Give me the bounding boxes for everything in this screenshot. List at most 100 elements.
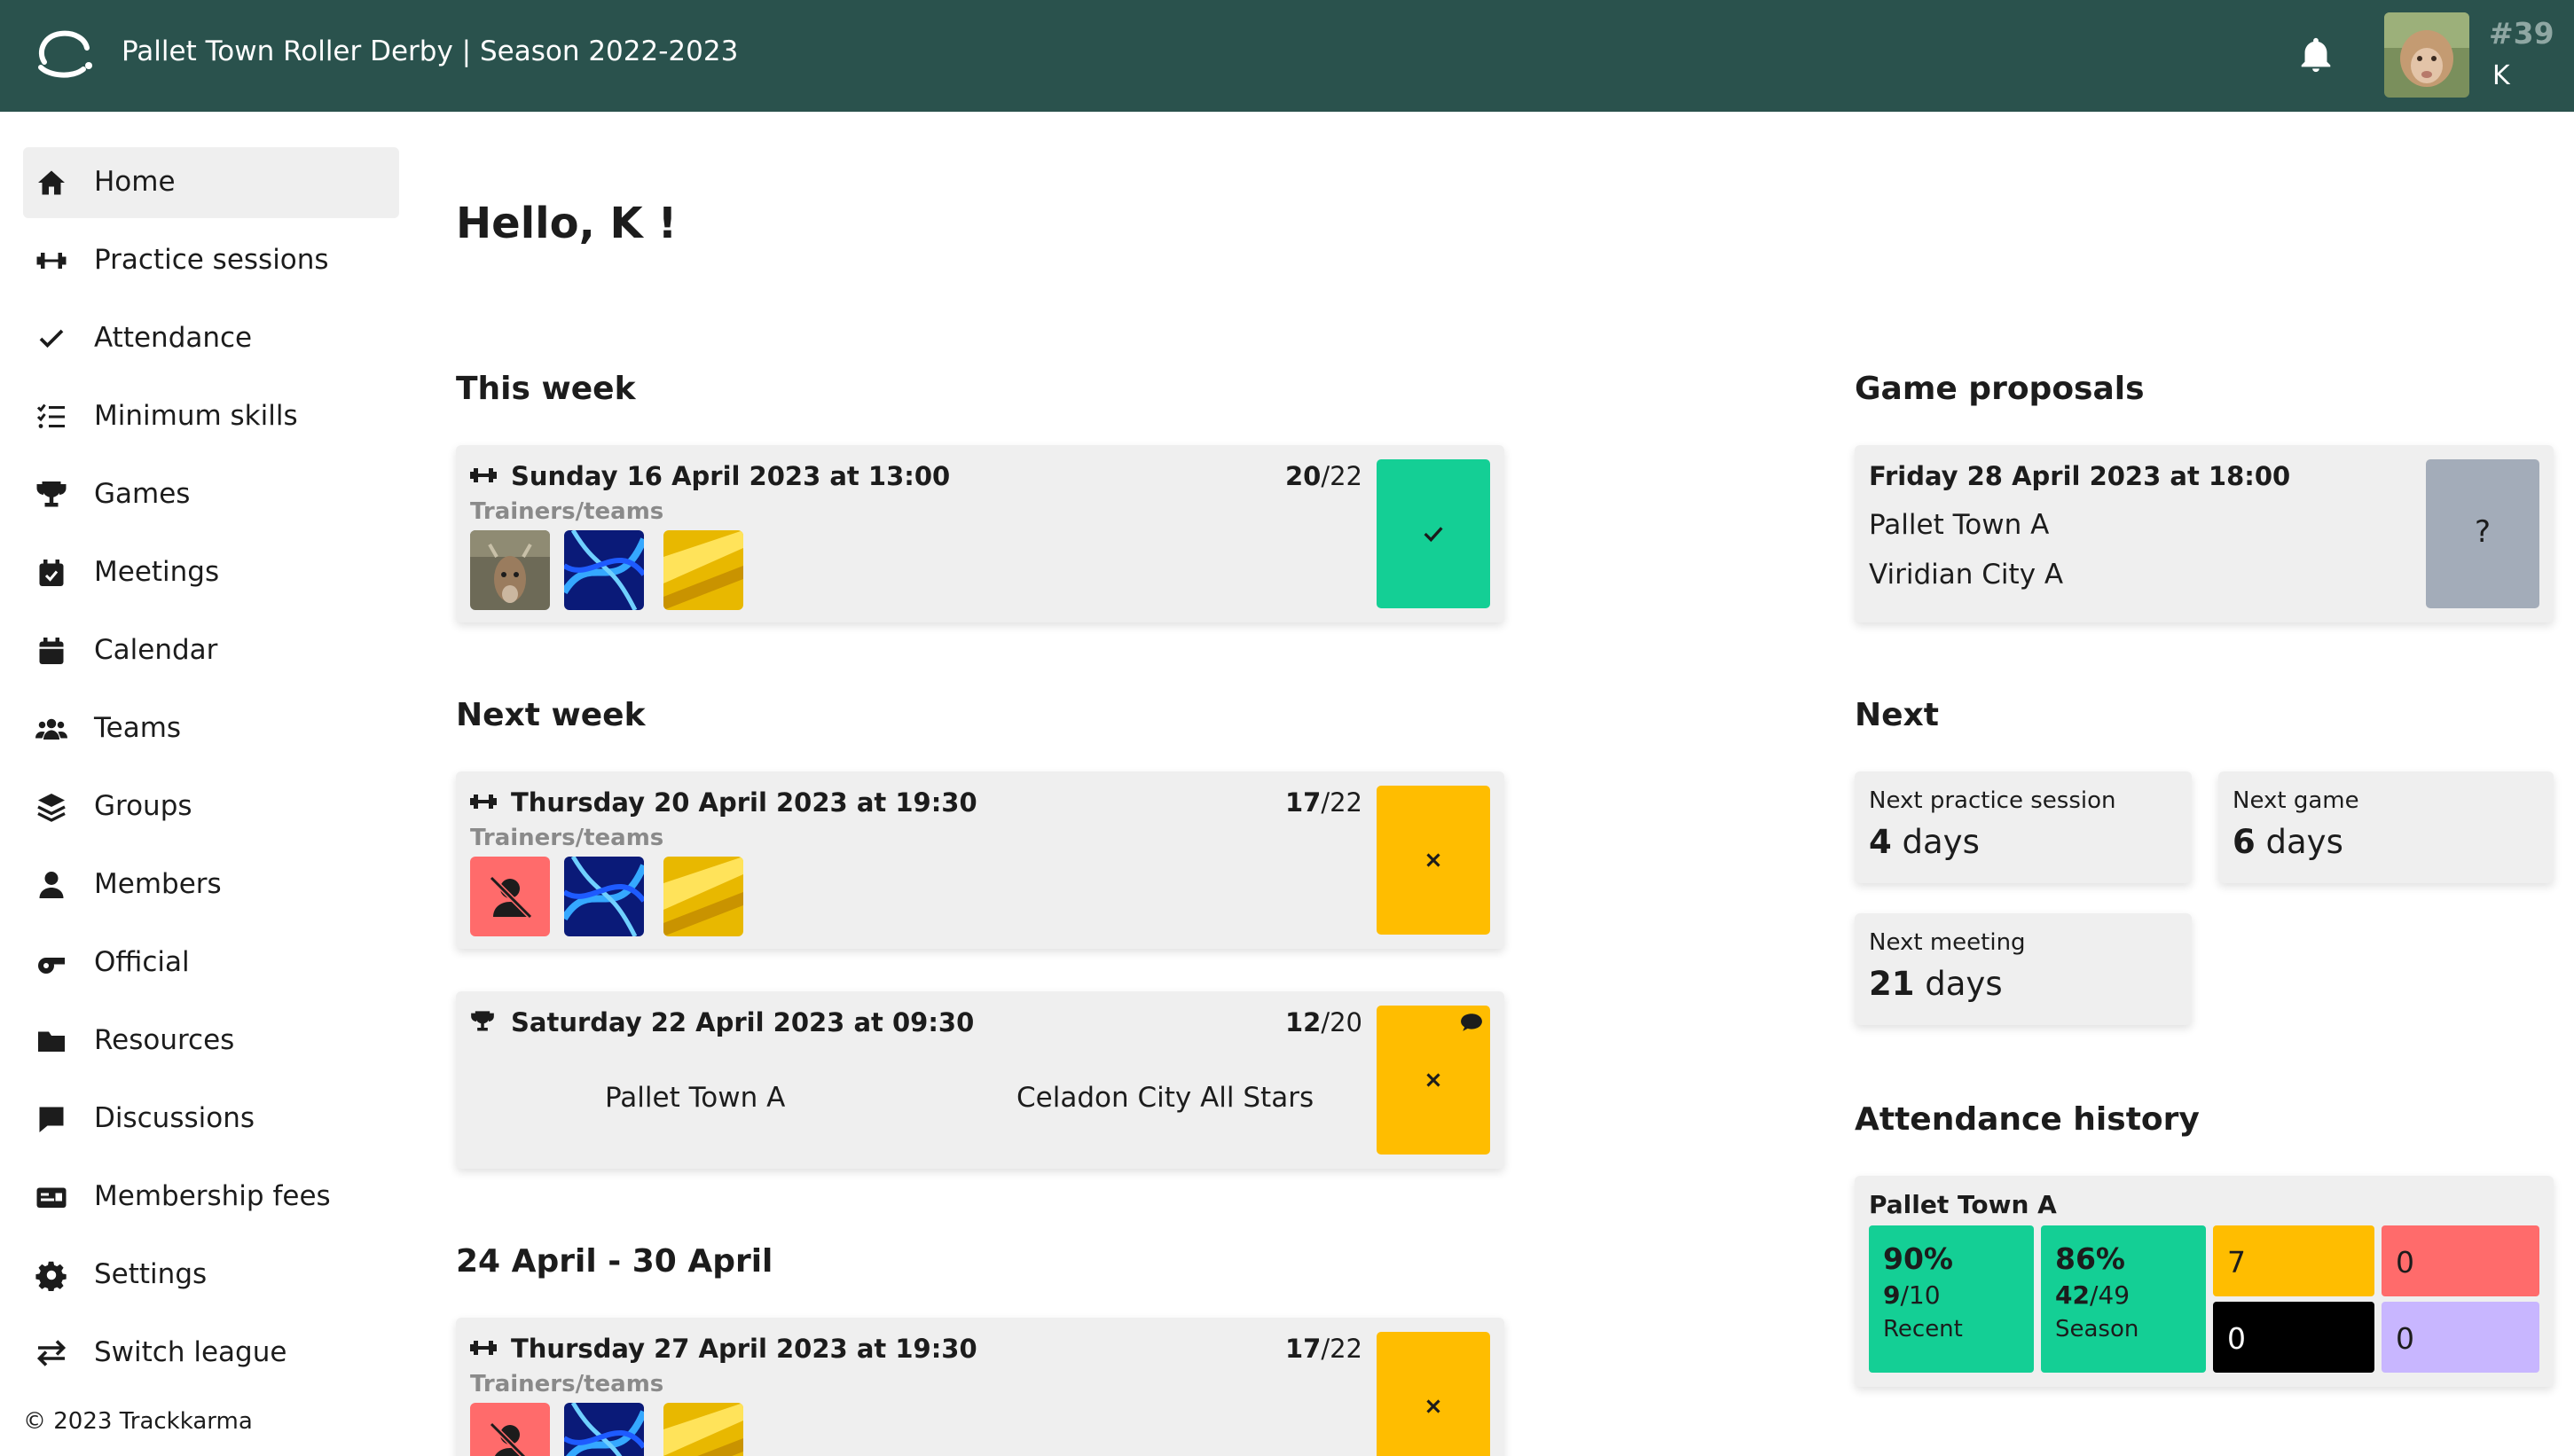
- proposal-team-2: Viridian City A: [1869, 559, 2064, 591]
- sidebar-item-label: Attendance: [94, 322, 253, 354]
- event-card[interactable]: Thursday 20 April 2023 at 19:30 17/22 Tr…: [456, 771, 1504, 949]
- count-tile-yellow: 7: [2213, 1225, 2374, 1296]
- switch-icon: [36, 1340, 67, 1366]
- count-tile-purple: 0: [2382, 1302, 2539, 1373]
- dumbbell-icon: [36, 253, 67, 269]
- attendance-count: 17/22: [1284, 787, 1362, 818]
- attendance-absent-button[interactable]: [1377, 1006, 1490, 1155]
- sidebar-item-calendar[interactable]: Calendar: [23, 615, 399, 686]
- section-heading-this-week: This week: [456, 371, 636, 407]
- sidebar-item-groups[interactable]: Groups: [23, 771, 399, 842]
- layers-icon: [37, 794, 66, 822]
- sidebar-item-games[interactable]: Games: [23, 459, 399, 530]
- sidebar-item-practice-sessions[interactable]: Practice sessions: [23, 225, 399, 296]
- team-logo-yellow: [663, 530, 743, 610]
- event-date: Thursday 20 April 2023 at 19:30: [511, 787, 977, 818]
- next-value: 6 days: [2233, 823, 2343, 861]
- bell-icon[interactable]: [2295, 34, 2336, 76]
- dumbbell-icon: [470, 468, 497, 482]
- sidebar-item-official[interactable]: Official: [23, 928, 399, 998]
- sidebar-item-members[interactable]: Members: [23, 849, 399, 920]
- sidebar-item-label: Practice sessions: [94, 244, 329, 276]
- sidebar-item-label: Switch league: [94, 1336, 287, 1368]
- trainer-photo: [470, 530, 550, 610]
- sidebar-item-label: Teams: [94, 712, 182, 744]
- next-practice-card[interactable]: Next practice session 4 days: [1855, 771, 2192, 883]
- id-card-icon: [36, 1187, 67, 1208]
- next-meeting-card[interactable]: Next meeting 21 days: [1855, 913, 2192, 1025]
- sidebar-item-attendance[interactable]: Attendance: [23, 303, 399, 374]
- event-subtitle: Trainers/teams: [470, 825, 664, 851]
- user-initial: K: [2492, 60, 2510, 91]
- game-event-card[interactable]: Saturday 22 April 2023 at 09:30 12/20 Pa…: [456, 991, 1504, 1169]
- attendance-present-button[interactable]: [1377, 459, 1490, 608]
- game-proposal-card[interactable]: Friday 28 April 2023 at 18:00 Pallet Tow…: [1855, 445, 2554, 622]
- sidebar-item-teams[interactable]: Teams: [23, 693, 399, 764]
- logo-icon[interactable]: [34, 27, 96, 80]
- check-icon: [1424, 527, 1443, 543]
- sidebar-item-discussions[interactable]: Discussions: [23, 1084, 399, 1155]
- comment-icon: [39, 1107, 64, 1132]
- section-heading-next-week: Next week: [456, 697, 646, 733]
- section-heading-week-range: 24 April - 30 April: [456, 1243, 773, 1280]
- event-subtitle: Trainers/teams: [470, 1371, 664, 1397]
- sidebar-item-meetings[interactable]: Meetings: [23, 537, 399, 608]
- copyright: © 2023 Trackkarma: [23, 1408, 253, 1435]
- away-team: Celadon City All Stars: [1016, 1082, 1314, 1114]
- sidebar-item-membership-fees[interactable]: Membership fees: [23, 1162, 399, 1233]
- recent-attendance-tile: 90% 9/10 Recent: [1869, 1225, 2034, 1373]
- event-subtitle: Trainers/teams: [470, 498, 664, 525]
- next-label: Next meeting: [1869, 929, 2026, 956]
- sidebar-item-label: Resources: [94, 1024, 235, 1056]
- user-number: #39: [2489, 16, 2554, 51]
- sidebar-item-settings[interactable]: Settings: [23, 1240, 399, 1311]
- sidebar-item-label: Calendar: [94, 634, 218, 666]
- event-date: Sunday 16 April 2023 at 13:00: [511, 461, 951, 491]
- sidebar-item-label: Home: [94, 166, 176, 198]
- attendance-absent-button[interactable]: [1377, 1332, 1490, 1456]
- attendance-history-card: Pallet Town A 90% 9/10 Recent 86% 42/49 …: [1855, 1176, 2554, 1387]
- trophy-icon: [36, 481, 67, 507]
- section-heading-attendance-history: Attendance history: [1855, 1101, 2200, 1138]
- no-trainer-thumbnail: [470, 1403, 550, 1456]
- sidebar-item-resources[interactable]: Resources: [23, 1006, 399, 1076]
- next-label: Next practice session: [1869, 787, 2116, 814]
- next-value: 4 days: [1869, 823, 1980, 861]
- sidebar: Home Practice sessions Attendance Minimu…: [0, 112, 417, 1456]
- folder-icon: [38, 1031, 65, 1052]
- count-tile-black: 0: [2213, 1302, 2374, 1373]
- close-icon: [1426, 1399, 1440, 1413]
- close-icon: [1426, 853, 1440, 867]
- calendar-icon: [39, 638, 64, 664]
- attendance-absent-button[interactable]: [1377, 786, 1490, 935]
- sidebar-item-home[interactable]: Home: [23, 147, 399, 218]
- attendance-count: 12/20: [1284, 1007, 1362, 1037]
- league-title[interactable]: Pallet Town Roller Derby | Season 2022-2…: [122, 35, 738, 67]
- sidebar-item-label: Settings: [94, 1258, 208, 1290]
- history-team: Pallet Town A: [1869, 1190, 2057, 1219]
- sidebar-item-switch-league[interactable]: Switch league: [23, 1318, 399, 1389]
- top-bar: Pallet Town Roller Derby | Season 2022-2…: [0, 0, 2574, 112]
- sidebar-item-minimum-skills[interactable]: Minimum skills: [23, 381, 399, 452]
- user-icon: [39, 872, 64, 898]
- sidebar-item-label: Members: [94, 868, 222, 900]
- event-card[interactable]: Sunday 16 April 2023 at 13:00 20/22 Trai…: [456, 445, 1504, 622]
- proposal-respond-button[interactable]: ?: [2426, 459, 2539, 608]
- gear-icon: [35, 1261, 67, 1291]
- comment-icon: [1461, 1014, 1482, 1031]
- event-card[interactable]: Thursday 27 April 2023 at 19:30 17/22 Tr…: [456, 1318, 1504, 1456]
- section-heading-game-proposals: Game proposals: [1855, 371, 2145, 407]
- sidebar-item-label: Games: [94, 478, 191, 510]
- whistle-icon: [38, 958, 65, 974]
- sidebar-item-label: Meetings: [94, 556, 220, 588]
- event-date: Thursday 27 April 2023 at 19:30: [511, 1334, 977, 1364]
- sidebar-item-label: Discussions: [94, 1102, 255, 1134]
- team-logo-blue: [564, 1403, 644, 1456]
- close-icon: [1426, 1073, 1440, 1087]
- dumbbell-icon: [470, 795, 497, 809]
- next-label: Next game: [2233, 787, 2359, 814]
- next-game-card[interactable]: Next game 6 days: [2218, 771, 2554, 883]
- avatar[interactable]: [2384, 12, 2469, 98]
- no-trainer-thumbnail: [470, 857, 550, 936]
- trophy-icon: [471, 1011, 494, 1031]
